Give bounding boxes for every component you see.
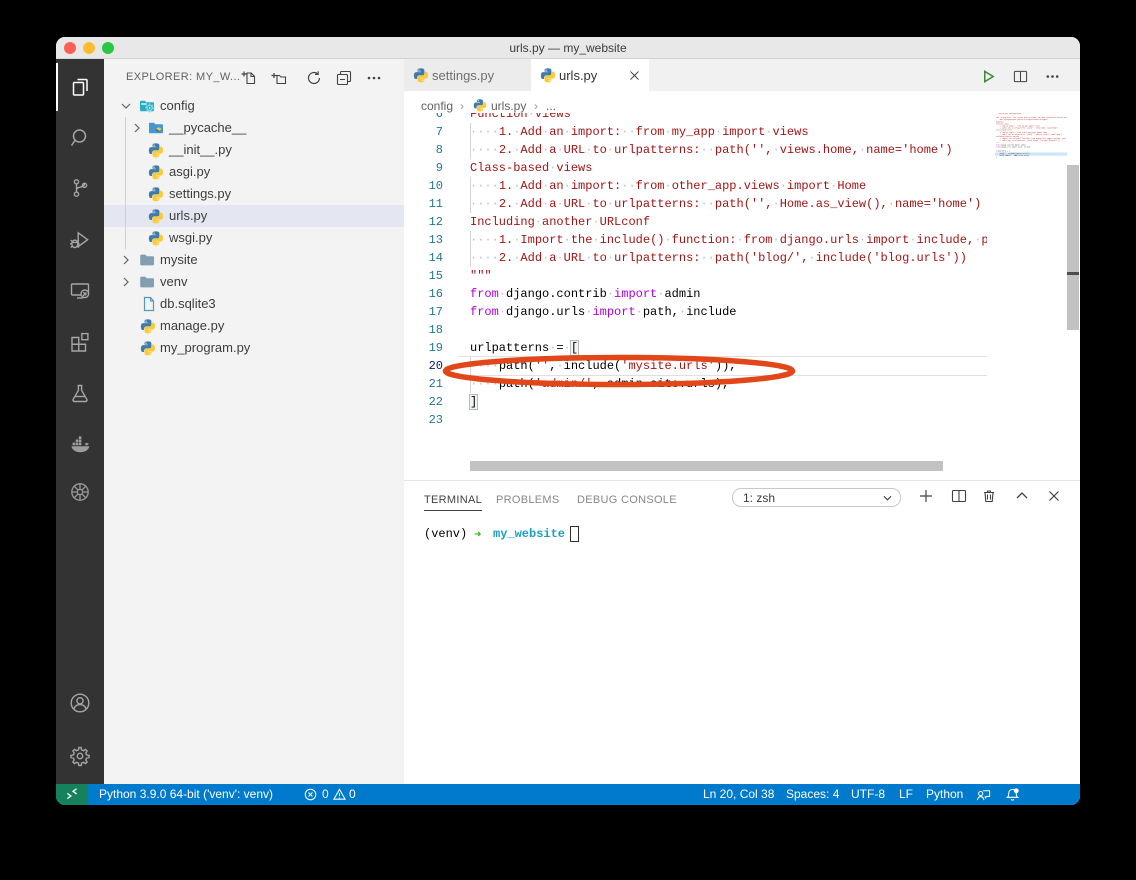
svg-text:Including another URLconf: Including another URLconf [996, 136, 1019, 138]
svg-text:""": """ [996, 142, 999, 144]
svg-text:from django.contrib import adm: from django.contrib import admin [996, 144, 1026, 146]
svg-text:docs.djangoproject.com/en/3.1/: docs.djangoproject.com/en/3.1/topics/web… [996, 119, 1048, 121]
svg-text:"""config URL Configuration: """config URL Configuration [996, 113, 1021, 115]
svg-text:The `urlpatterns` list routes: The `urlpatterns` list routes URLs to vi… [996, 117, 1067, 119]
svg-text:Examples:: Examples: [996, 121, 1004, 123]
svg-text:1. Import the include() functi: 1. Import the include() function: from d… [996, 138, 1066, 140]
svg-text:Function views: Function views [996, 123, 1009, 125]
svg-text:]: ] [996, 157, 997, 159]
svg-text:Class-based views: Class-based views [996, 130, 1012, 132]
svg-text:from django.urls import path,: from django.urls import path, include [996, 147, 1030, 149]
svg-text:urlpatterns = [: urlpatterns = [ [996, 151, 1010, 153]
